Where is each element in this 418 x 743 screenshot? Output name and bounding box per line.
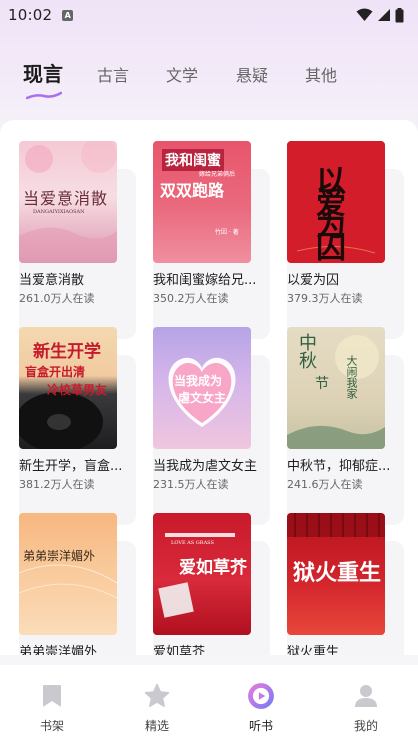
book-cover: 中秋 节 大闹我家	[287, 327, 385, 449]
book-panel: 当爱意消散 DANGAIYIXIAOSAN 当爱意消散 261.0万人在读 我和…	[0, 120, 418, 655]
nav-label: 我的	[353, 719, 378, 733]
read-count: 350.2万人在读	[153, 292, 229, 305]
nav-audiobook[interactable]: 听书	[221, 665, 301, 735]
status-icons	[356, 7, 404, 23]
bottom-nav: 书架 精选 听书 我的	[0, 665, 418, 743]
book-cover: 我和闺蜜 嫁给兄弟俩后 双双跑路 竹因 · 著	[153, 141, 251, 263]
cover-title: 中秋	[296, 333, 317, 369]
cover-title: 狱火重生	[293, 560, 382, 586]
cover-art	[19, 564, 117, 599]
cover-title: 弟弟崇洋媚外	[23, 549, 96, 563]
user-icon	[355, 685, 377, 707]
book-cover: 当我成为 虐文女主	[153, 327, 251, 449]
cover-title-2: 节	[315, 376, 329, 392]
category-tabs: 现言 古言 文学 悬疑 其他	[0, 62, 418, 106]
book-grid: 当爱意消散 DANGAIYIXIAOSAN 当爱意消散 261.0万人在读 我和…	[0, 120, 418, 655]
cover-title: 我和闺蜜	[162, 149, 224, 171]
book-cover: 以爱为囚	[287, 141, 385, 263]
status-bar: 10:02 A	[0, 0, 418, 30]
book-title: 我和闺蜜嫁给兄...	[153, 273, 257, 288]
tab-wenxue[interactable]: 文学	[166, 62, 198, 86]
nav-profile[interactable]: 我的	[326, 665, 406, 735]
nav-featured[interactable]: 精选	[117, 665, 197, 735]
status-time: 10:02	[8, 6, 53, 24]
book-cover: 狱火重生	[287, 513, 385, 635]
book-title: 中秋节，抑郁症...	[287, 459, 391, 474]
read-count: 381.2万人在读	[19, 478, 95, 491]
tab-xuanyi[interactable]: 悬疑	[236, 62, 268, 86]
star-icon	[144, 683, 170, 707]
book-title: 以爱为囚	[287, 273, 340, 288]
book-cover: 当爱意消散 DANGAIYIXIAOSAN	[19, 141, 117, 263]
nav-label: 听书	[248, 719, 273, 733]
cover-title-2: 双双跑路	[160, 181, 225, 200]
tab-qita[interactable]: 其他	[305, 62, 337, 86]
cover-subtitle: 大闹我家	[345, 355, 358, 399]
book-title: 新生开学，盲盒...	[19, 459, 123, 474]
cover-title: 新生开学	[33, 342, 101, 362]
wifi-icon	[356, 8, 373, 21]
cover-title: 当爱意消散	[23, 189, 109, 208]
nav-label: 书架	[39, 719, 64, 733]
notification-icon: A	[62, 9, 74, 21]
book-title: 当我成为虐文女主	[153, 459, 258, 474]
cover-title-3: 冷校草男友	[47, 383, 108, 397]
book-cover: 新生开学 盲盒开出清 冷校草男友	[19, 327, 117, 449]
book-cover: LOVE AS GRASS 爱如草芥	[153, 513, 251, 635]
cover-title-2: 虐文女主	[178, 391, 227, 405]
read-count: 231.5万人在读	[153, 478, 229, 491]
cover-title: 以爱为囚	[310, 165, 345, 253]
read-count: 241.6万人在读	[287, 478, 363, 491]
book-title: 当爱意消散	[19, 273, 85, 288]
read-count: 379.3万人在读	[287, 292, 363, 305]
cover-author: 竹因 · 著	[215, 229, 239, 236]
tab-xianyan[interactable]: 现言	[23, 58, 63, 87]
cover-subtitle: DANGAIYIXIAOSAN	[33, 209, 85, 215]
cover-subtitle: LOVE AS GRASS	[171, 540, 214, 546]
book-title: 爱如草芥	[153, 645, 206, 655]
cover-title: 当我成为	[174, 374, 223, 388]
tab-guyan[interactable]: 古言	[97, 62, 129, 86]
book-cover: 弟弟崇洋媚外	[19, 513, 117, 635]
nav-bookshelf[interactable]: 书架	[12, 665, 92, 735]
active-tab-underline	[26, 91, 62, 100]
read-count: 261.0万人在读	[19, 292, 95, 305]
nav-label: 精选	[144, 719, 169, 733]
play-circle-icon	[248, 683, 274, 709]
cover-title-2: 盲盒开出清	[25, 365, 86, 379]
book-title: 弟弟崇洋媚外	[19, 645, 98, 655]
battery-icon	[395, 7, 404, 22]
signal-icon	[378, 9, 390, 21]
book-title: 狱火重生	[287, 645, 340, 655]
bookmark-icon	[43, 685, 61, 707]
cover-title: 爱如草芥	[179, 558, 247, 578]
